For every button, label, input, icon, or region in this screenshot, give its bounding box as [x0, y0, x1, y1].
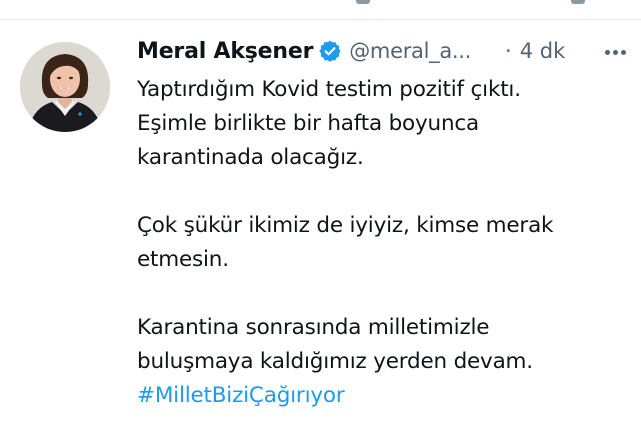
- tweet-line: Çok şükür ikimiz de iyiyiz, kimse merak: [137, 213, 554, 238]
- tweet-header: Meral Akşener @meral_a... · 4 dk: [137, 33, 627, 69]
- tweet-paragraph: Yaptırdığım Kovid testim pozitif çıktı. …: [137, 73, 627, 175]
- action-icon-edge: [356, 0, 370, 4]
- header-separator: ·: [505, 39, 512, 63]
- previous-tweet-edge: [0, 0, 641, 20]
- author-handle[interactable]: @meral_a...: [349, 39, 471, 63]
- tweet-line: Yaptırdığım Kovid testim pozitif çıktı.: [137, 77, 521, 102]
- tweet-line: Eşimle birlikte bir hafta boyunca: [137, 111, 479, 136]
- tweet-card[interactable]: Meral Akşener @meral_a... · 4 dk Yaptırd…: [0, 0, 641, 437]
- tweet-content: Meral Akşener @meral_a... · 4 dk Yaptırd…: [137, 33, 627, 413]
- avatar[interactable]: [20, 42, 110, 132]
- tweet-text: Yaptırdığım Kovid testim pozitif çıktı. …: [137, 73, 627, 413]
- hashtag-link[interactable]: #MilletBiziÇağırıyor: [137, 379, 627, 413]
- more-horizontal-icon[interactable]: [603, 41, 627, 63]
- tweet-line: buluşmaya kaldığımız yerden devam.: [137, 349, 533, 374]
- author-name[interactable]: Meral Akşener: [137, 39, 313, 64]
- tweet-line: etmesin.: [137, 247, 229, 272]
- tweet-paragraph: Çok şükür ikimiz de iyiyiz, kimse merak …: [137, 209, 627, 277]
- tweet-line: Karantina sonrasında milletimizle: [137, 315, 490, 340]
- tweet-timestamp[interactable]: 4 dk: [520, 39, 566, 63]
- profile-photo: [20, 42, 110, 132]
- verified-badge-icon: [319, 40, 341, 62]
- tweet-paragraph: Karantina sonrasında milletimizle buluşm…: [137, 311, 627, 413]
- action-icon-edge: [571, 0, 585, 4]
- tweet-line: karantinada olacağız.: [137, 145, 364, 170]
